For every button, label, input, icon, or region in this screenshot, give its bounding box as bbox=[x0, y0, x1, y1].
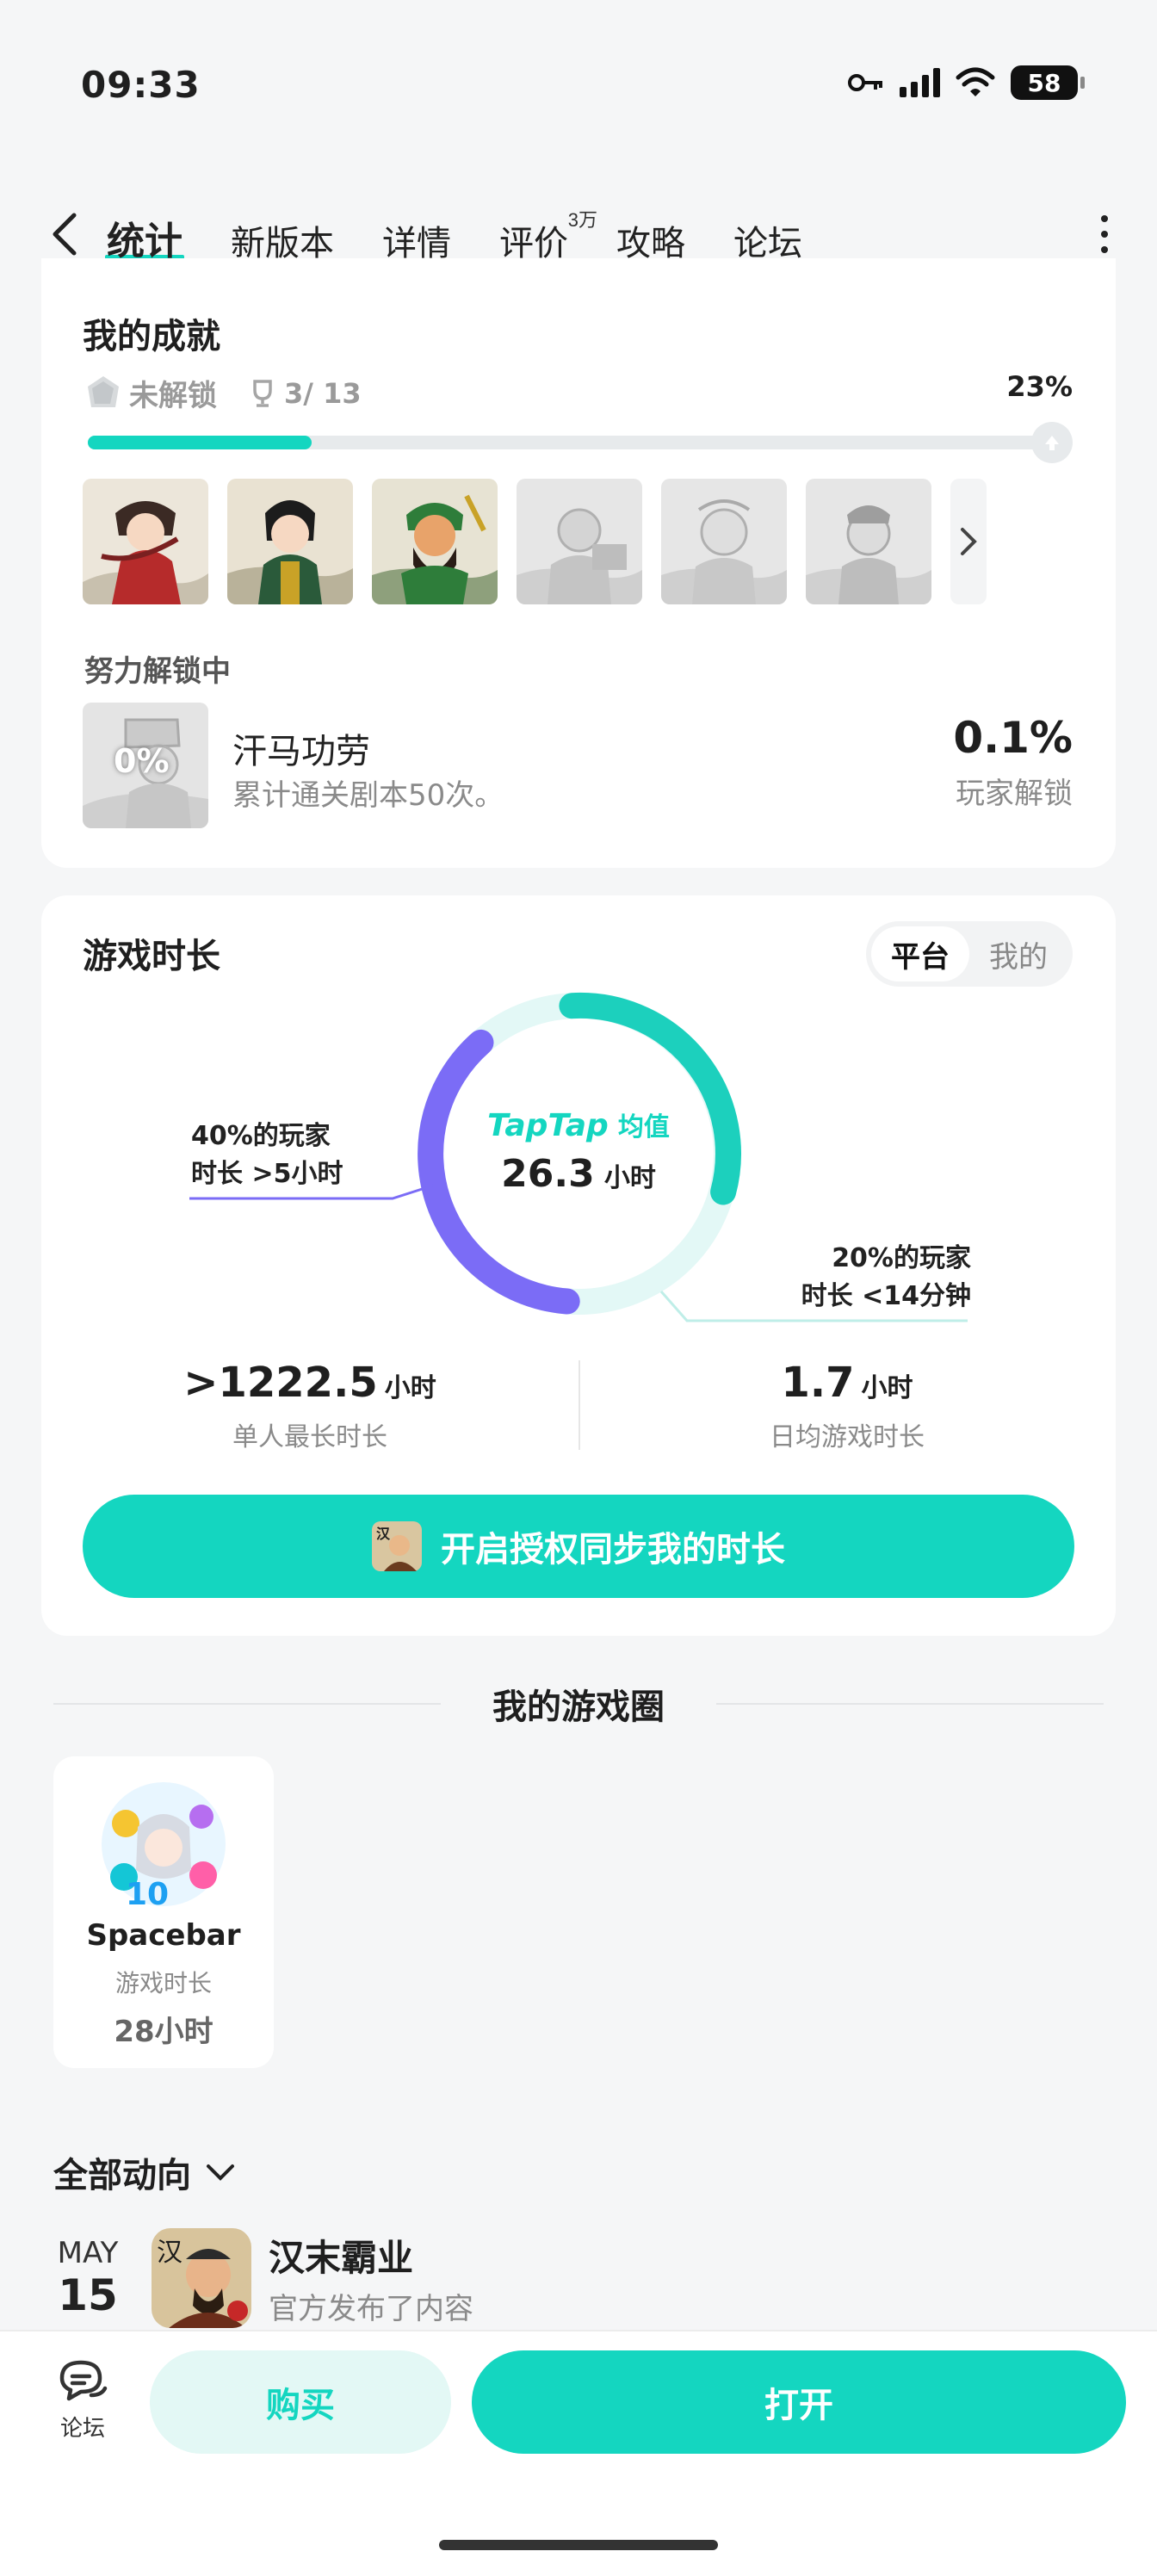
feed-item-day: 15 bbox=[58, 2270, 118, 2320]
avg-label: 均值 bbox=[617, 1112, 670, 1142]
more-menu-icon[interactable] bbox=[1092, 215, 1117, 253]
feed-filter-dropdown[interactable]: 全部动向 bbox=[53, 2147, 236, 2197]
taptap-logo: TapTap bbox=[487, 1108, 609, 1143]
trophy-icon bbox=[253, 379, 272, 407]
status-icons: 58 bbox=[848, 65, 1085, 100]
status-time: 09:33 bbox=[81, 64, 201, 106]
circle-time-label: 游戏时长 bbox=[114, 1969, 212, 1997]
svg-text:汉: 汉 bbox=[376, 1526, 391, 1542]
achievement-percent: 23% bbox=[1006, 370, 1073, 403]
svg-text:10: 10 bbox=[126, 1877, 169, 1912]
tab-bar: 统计 新版本 详情 评价 3万 攻略 论坛 bbox=[105, 205, 851, 267]
achievement-badge-3[interactable] bbox=[372, 479, 498, 604]
achievement-badge-2[interactable] bbox=[227, 479, 353, 604]
achievement-badge-5-locked[interactable] bbox=[661, 479, 787, 604]
signal-icon bbox=[900, 68, 940, 97]
battery-icon: 58 bbox=[1011, 65, 1085, 100]
stat-daily-label: 日均游戏时长 bbox=[770, 1422, 925, 1452]
avg-value: 26.3 bbox=[501, 1152, 595, 1196]
user-avatar[interactable]: 10 bbox=[95, 1775, 232, 1913]
achievements-card[interactable]: 我的成就 未解锁 3/ 13 23% 努力解锁中 0% 汗马功劳 累计通关剧本5… bbox=[41, 258, 1116, 868]
game-circle-user-card[interactable]: 10 Spacebar 游戏时长 28小时 bbox=[53, 1756, 274, 2068]
sync-playtime-button[interactable]: 汉 开启授权同步我的时长 bbox=[83, 1495, 1074, 1598]
achievement-progress-fill bbox=[88, 436, 312, 449]
key-icon bbox=[848, 74, 882, 91]
feed-item-subtitle: 官方发布了内容 bbox=[269, 2292, 473, 2326]
achievement-badge-1[interactable] bbox=[83, 479, 208, 604]
stat-daily-value: 1.7 bbox=[781, 1359, 855, 1407]
back-icon[interactable] bbox=[45, 210, 86, 258]
feed-item[interactable]: MAY 15 汉 汉末霸业 官方发布了内容 bbox=[53, 2228, 473, 2328]
svg-text:汉: 汉 bbox=[157, 2238, 183, 2268]
current-achievement-desc: 累计通关剧本50次。 bbox=[232, 778, 504, 813]
feed-item-text: 汉末霸业 官方发布了内容 bbox=[269, 2229, 473, 2327]
current-achievement-rate-label: 玩家解锁 bbox=[956, 777, 1073, 811]
unlock-status-text: 未解锁 bbox=[129, 379, 217, 413]
home-indicator[interactable] bbox=[439, 2540, 718, 2550]
feed-filter-label: 全部动向 bbox=[53, 2157, 191, 2195]
sync-button-label: 开启授权同步我的时长 bbox=[441, 1531, 785, 1569]
current-achievement-progress: 0% bbox=[114, 742, 170, 780]
right-note-line2: 时长 <14分钟 bbox=[801, 1281, 971, 1311]
left-note: 40%的玩家 时长 >5小时 bbox=[191, 1118, 343, 1193]
game-circle-section-header: 我的游戏圈 bbox=[0, 1679, 1157, 1729]
circle-time-value: 28小时 bbox=[114, 2015, 213, 2049]
stat-longest-label: 单人最长时长 bbox=[232, 1422, 387, 1452]
stat-longest: >1222.5 小时 单人最长时长 bbox=[41, 1359, 578, 1453]
in-progress-title: 努力解锁中 bbox=[84, 655, 231, 688]
tab-stats[interactable]: 统计 bbox=[105, 210, 184, 267]
right-note-line1: 20%的玩家 bbox=[832, 1243, 971, 1273]
feed-item-game-icon[interactable]: 汉 bbox=[152, 2228, 251, 2328]
review-count-badge: 3万 bbox=[567, 209, 597, 231]
right-note: 20%的玩家 时长 <14分钟 bbox=[801, 1240, 971, 1316]
avg-unit: 小时 bbox=[603, 1163, 656, 1193]
achievement-list[interactable] bbox=[83, 479, 987, 604]
forum-button[interactable]: 论坛 bbox=[48, 2357, 117, 2443]
stat-daily: 1.7 小时 日均游戏时长 bbox=[578, 1359, 1116, 1453]
left-note-line2: 时长 >5小时 bbox=[191, 1159, 343, 1189]
current-achievement-name: 汗马功劳 bbox=[232, 733, 370, 771]
playtime-card: 游戏时长 平台 我的 TapTap 均值 26.3 小时 40%的玩家 时长 >… bbox=[41, 895, 1116, 1636]
forum-label: 论坛 bbox=[59, 2416, 105, 2442]
chevron-right-icon bbox=[961, 528, 977, 555]
current-achievement-icon[interactable]: 0% bbox=[83, 703, 208, 828]
unlock-status: 未解锁 3/ 13 bbox=[84, 372, 362, 414]
feed-item-month: MAY bbox=[57, 2236, 119, 2270]
open-button[interactable]: 打开 bbox=[472, 2350, 1126, 2454]
wifi-icon bbox=[956, 67, 995, 96]
stat-longest-unit: 小时 bbox=[384, 1373, 436, 1403]
stat-longest-value: >1222.5 bbox=[183, 1359, 378, 1407]
forum-icon bbox=[59, 2360, 108, 2401]
current-achievement-rate: 0.1% bbox=[953, 713, 1073, 763]
buy-button[interactable]: 购买 bbox=[150, 2350, 451, 2454]
game-icon: 汉 bbox=[372, 1521, 422, 1571]
progress-end-arrow-icon bbox=[1031, 422, 1073, 463]
achievement-gem-icon bbox=[88, 375, 119, 407]
feed-item-title: 汉末霸业 bbox=[269, 2238, 414, 2278]
achievement-badge-6-locked[interactable] bbox=[806, 479, 931, 604]
achievement-more-button[interactable] bbox=[950, 479, 987, 604]
feed-item-date: MAY 15 bbox=[53, 2236, 122, 2320]
achievement-count: 3/ 13 bbox=[284, 376, 362, 410]
achievement-badge-4-locked[interactable] bbox=[517, 479, 642, 604]
stat-daily-unit: 小时 bbox=[861, 1373, 913, 1403]
left-note-line1: 40%的玩家 bbox=[191, 1121, 331, 1151]
circle-user-name: Spacebar bbox=[86, 1918, 241, 1953]
chevron-down-icon bbox=[207, 2164, 234, 2181]
game-circle-title: 我的游戏圈 bbox=[492, 1688, 665, 1726]
achievements-title: 我的成就 bbox=[83, 318, 220, 356]
